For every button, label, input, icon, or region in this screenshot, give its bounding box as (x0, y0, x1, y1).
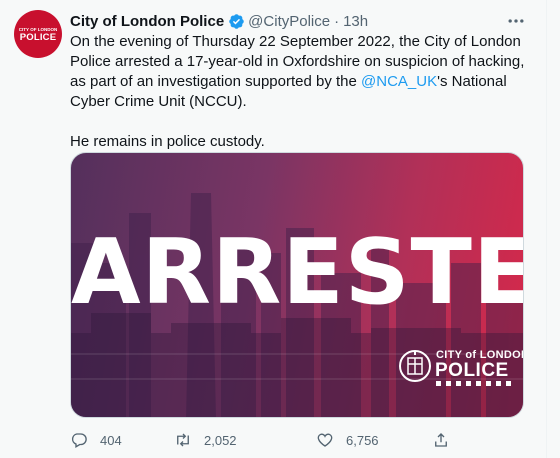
author-handle[interactable]: @CityPolice (248, 13, 330, 30)
tweet-text: On the evening of Thursday 22 September … (70, 32, 532, 152)
retweet-count: 2,052 (204, 432, 237, 448)
city-of-london-police-logo: CITY of LONDON POLICE (398, 349, 523, 386)
tweet-media-image[interactable]: ARRESTED CITY of LONDON POLICE (70, 152, 524, 418)
logo-checker-band (436, 381, 512, 386)
retweet-button[interactable]: 2,052 (174, 430, 237, 450)
verified-badge-icon (228, 13, 245, 30)
avatar[interactable]: CITY OF LONDON POLICE (14, 10, 62, 58)
reply-icon (71, 433, 87, 448)
avatar-main-text: POLICE (19, 31, 57, 43)
mention-link[interactable]: @NCA_UK (361, 73, 437, 90)
separator-dot: · (334, 12, 340, 30)
crest-icon (399, 350, 431, 382)
retweet-icon (177, 433, 189, 447)
tweet-paragraph-1: On the evening of Thursday 22 September … (70, 32, 532, 112)
like-count: 6,756 (346, 432, 379, 448)
tweet-timestamp[interactable]: 13h (343, 13, 368, 30)
share-icon (435, 433, 447, 447)
media-headline: ARRESTED (71, 220, 523, 325)
logo-main-text: POLICE (435, 360, 509, 381)
tweet-actions: 404 2,052 6,756 (70, 430, 470, 450)
author-name[interactable]: City of London Police (70, 13, 224, 30)
scrollbar[interactable] (546, 0, 560, 458)
tweet-paragraph-2: He remains in police custody. (70, 133, 265, 150)
tweet[interactable]: CITY OF LONDON POLICE City of London Pol… (0, 0, 543, 458)
reply-count: 404 (100, 432, 122, 448)
reply-button[interactable]: 404 (70, 430, 122, 450)
tweet-header: City of London Police @CityPolice · 13h (70, 11, 368, 31)
like-button[interactable]: 6,756 (316, 430, 379, 450)
share-button[interactable] (432, 430, 462, 450)
more-horizontal-icon[interactable] (506, 11, 526, 31)
heart-icon (317, 433, 333, 447)
